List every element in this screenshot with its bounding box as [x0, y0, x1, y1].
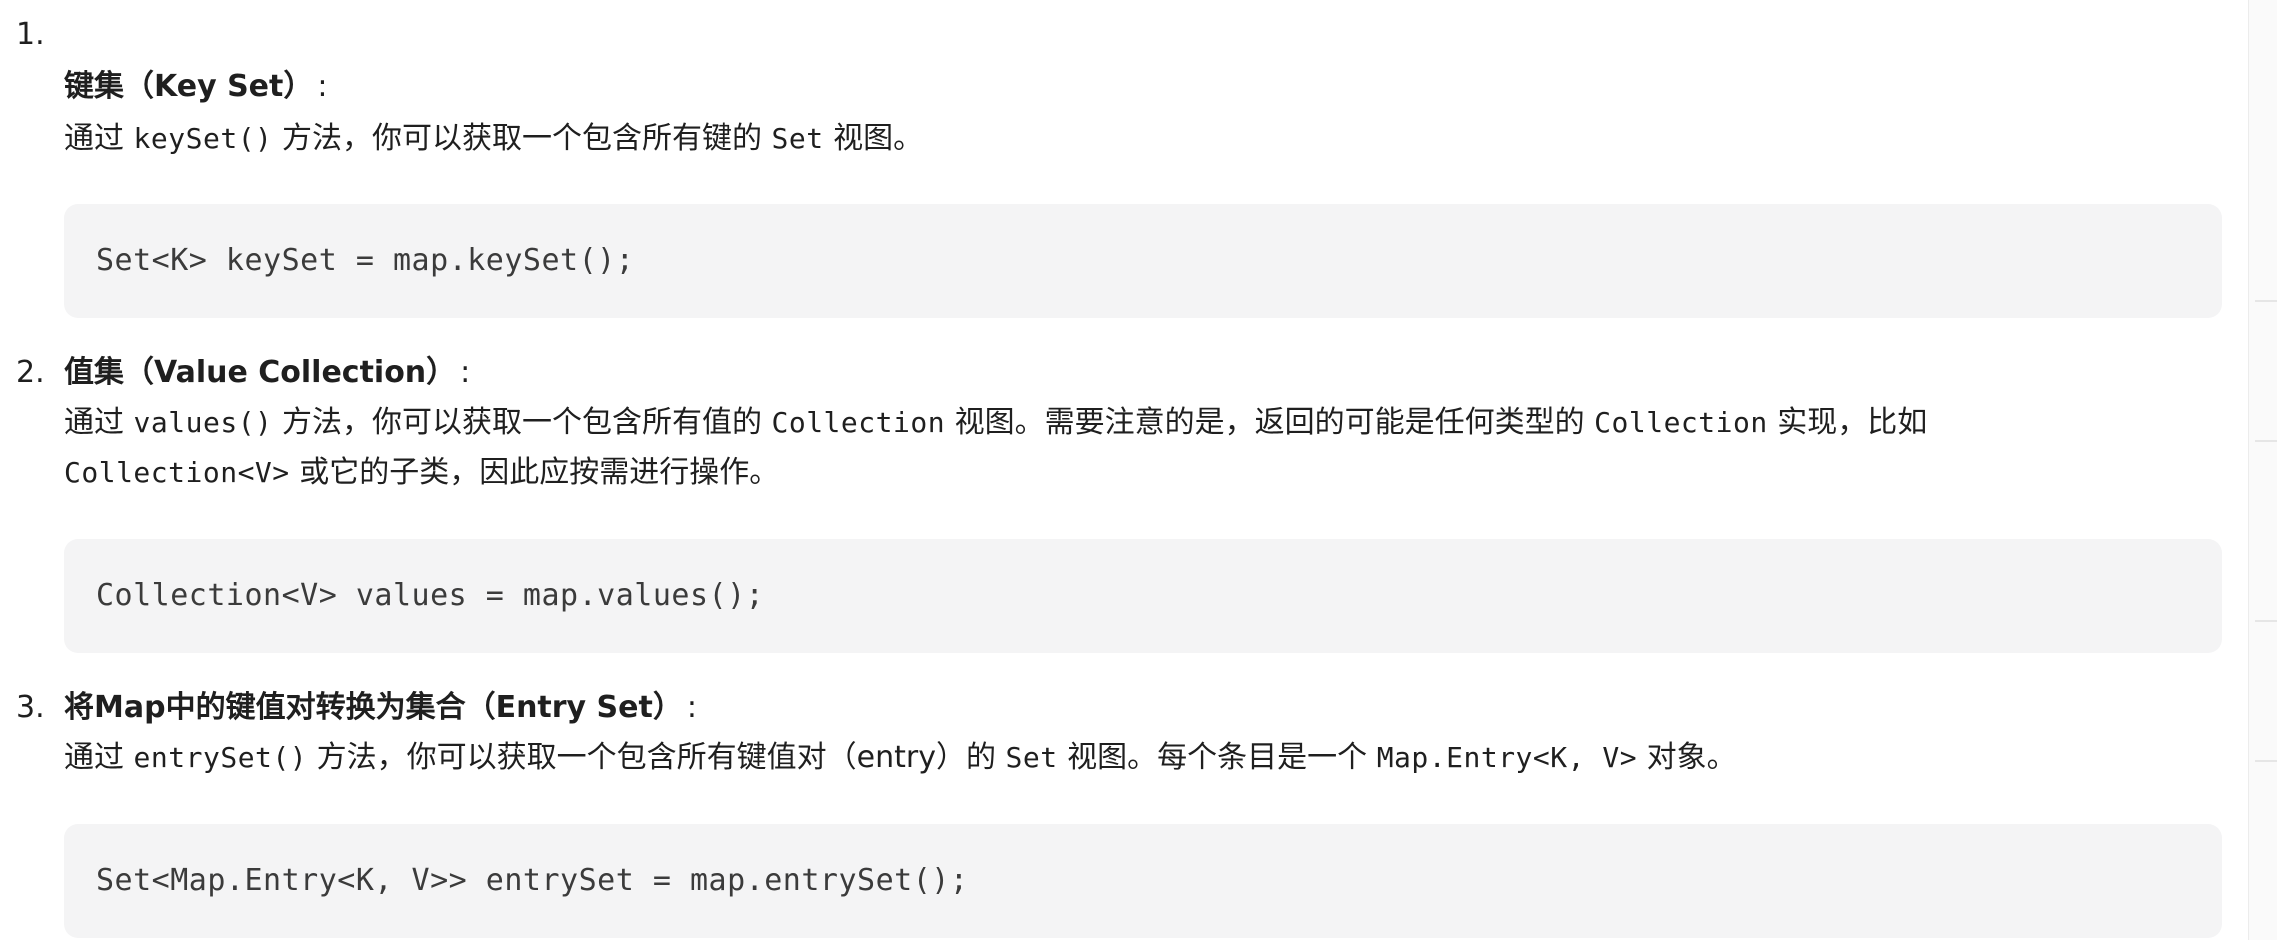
- item-1-code-block[interactable]: Set<K> keySet = map.keySet();: [64, 204, 2222, 318]
- item-1-code-inline-set: Set: [771, 122, 824, 155]
- item-2-text-c: 视图。需要注意的是，返回的可能是任何类型的: [945, 405, 1595, 440]
- item-2-heading-text: 值集（Value Collection）: [64, 355, 457, 390]
- scrollbar-tick: [2255, 760, 2277, 762]
- item-3-code-inline-map-entry: Map.Entry<K, V>: [1376, 741, 1638, 774]
- item-2-code-inline-collection-1: Collection: [771, 406, 946, 439]
- item-2-code-inline-collection-2: Collection: [1594, 406, 1768, 439]
- item-3-text-b: 方法，你可以获取一个包含所有键值对（entry）的: [307, 740, 1006, 775]
- item-1-code-text[interactable]: Set<K> keySet = map.keySet();: [96, 204, 634, 318]
- list-number-3: 3.: [16, 690, 45, 725]
- item-2-paragraph-line-1: 通过 values() 方法，你可以获取一个包含所有值的 Collection …: [64, 398, 2164, 448]
- item-3-paragraph: 通过 entrySet() 方法，你可以获取一个包含所有键值对（entry）的 …: [64, 733, 2164, 783]
- item-1-heading-text: 键集（Key Set）: [64, 69, 314, 104]
- item-1-text-a: 通过: [64, 121, 134, 156]
- item-3-heading-colon: :: [686, 690, 697, 725]
- item-3-code-text[interactable]: Set<Map.Entry<K, V>> entrySet = map.entr…: [96, 824, 968, 938]
- item-3-heading-text: 将Map中的键值对转换为集合（Entry Set）: [64, 690, 683, 725]
- item-3-code-inline-entryset: entrySet(): [133, 741, 308, 774]
- item-1-heading: 键集（Key Set）:: [64, 62, 327, 112]
- item-1-heading-colon: :: [317, 69, 328, 104]
- document-content: 1. 键集（Key Set）: 通过 keySet() 方法，你可以获取一个包含…: [0, 0, 2245, 940]
- item-3-code-inline-set: Set: [1005, 741, 1058, 774]
- item-1-text-c: 视图。: [823, 121, 924, 156]
- item-2-text-d: 实现，比如: [1767, 405, 1928, 440]
- item-2-heading: 值集（Value Collection）:: [64, 348, 470, 398]
- list-number-1: 1.: [16, 17, 45, 52]
- item-1-text-b: 方法，你可以获取一个包含所有键的: [272, 121, 772, 156]
- item-2-code-inline-collection-v: Collection<V>: [64, 456, 290, 489]
- item-3-text-a: 通过: [64, 740, 134, 775]
- scrollbar-tick: [2255, 620, 2277, 622]
- item-2-code-text[interactable]: Collection<V> values = map.values();: [96, 539, 764, 653]
- item-2-text-b: 方法，你可以获取一个包含所有值的: [272, 405, 772, 440]
- item-3-text-c: 视图。每个条目是一个: [1057, 740, 1377, 775]
- vertical-scrollbar[interactable]: [2248, 0, 2277, 940]
- item-1-paragraph: 通过 keySet() 方法，你可以获取一个包含所有键的 Set 视图。: [64, 114, 2164, 164]
- list-number-2: 2.: [16, 355, 45, 390]
- item-2-text-a: 通过: [64, 405, 134, 440]
- item-2-heading-colon: :: [460, 355, 471, 390]
- item-2-paragraph-line-2: Collection<V> 或它的子类，因此应按需进行操作。: [64, 448, 2164, 498]
- item-3-code-block[interactable]: Set<Map.Entry<K, V>> entrySet = map.entr…: [64, 824, 2222, 938]
- item-3-text-d: 对象。: [1637, 740, 1737, 775]
- item-3-heading: 将Map中的键值对转换为集合（Entry Set）:: [64, 683, 697, 733]
- item-2-text-e: 或它的子类，因此应按需进行操作。: [289, 455, 780, 490]
- scrollbar-tick: [2255, 440, 2277, 442]
- item-2-code-block[interactable]: Collection<V> values = map.values();: [64, 539, 2222, 653]
- item-2-code-inline-values: values(): [133, 406, 273, 439]
- scrollbar-tick: [2255, 300, 2277, 302]
- item-1-code-inline-keyset: keySet(): [133, 122, 273, 155]
- document-page: 1. 键集（Key Set）: 通过 keySet() 方法，你可以获取一个包含…: [0, 0, 2277, 940]
